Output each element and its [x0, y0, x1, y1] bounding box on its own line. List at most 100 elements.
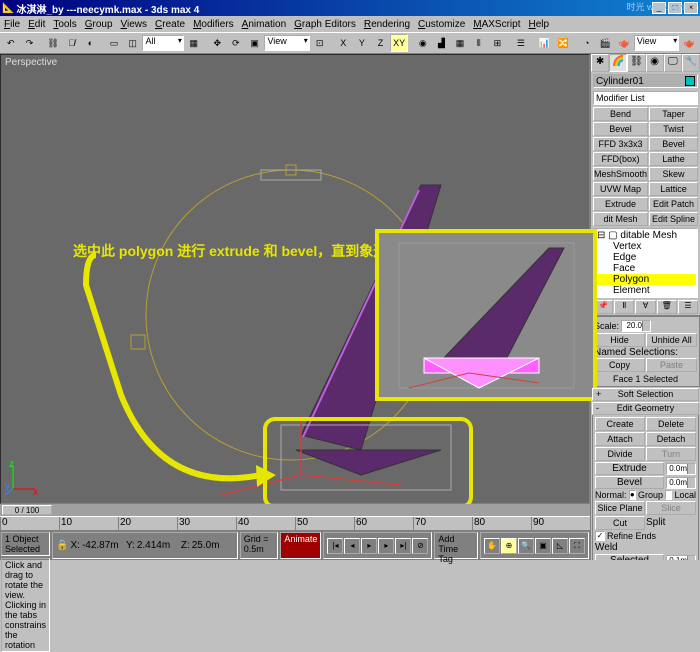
- modbtn-bevel[interactable]: Bevel: [593, 122, 648, 136]
- scale-icon[interactable]: ▣: [246, 34, 264, 52]
- zoom-icon[interactable]: 🔍: [518, 538, 534, 554]
- divide-button[interactable]: Divide: [595, 447, 645, 461]
- menu-edit[interactable]: Edit: [28, 19, 45, 30]
- timeline-ruler[interactable]: 0102030405060708090100: [0, 516, 590, 530]
- unique-icon[interactable]: ∀: [635, 300, 655, 314]
- stack-sub-vertex[interactable]: Vertex: [595, 241, 696, 252]
- menu-grapheditors[interactable]: Graph Editors: [294, 19, 356, 30]
- redo-icon[interactable]: ↷: [21, 34, 39, 52]
- goto-start-icon[interactable]: |◂: [327, 538, 343, 554]
- menu-maxscript[interactable]: MAXScript: [473, 19, 520, 30]
- object-color-swatch[interactable]: [685, 76, 695, 86]
- axis-xy-button[interactable]: XY: [390, 34, 408, 52]
- modbtn-uvwmap[interactable]: UVW Map: [593, 182, 648, 196]
- menu-tools[interactable]: Tools: [53, 19, 76, 30]
- array-icon[interactable]: ▦: [451, 34, 469, 52]
- time-slider[interactable]: 0 / 100: [2, 505, 52, 515]
- extrude-button[interactable]: Extrude: [595, 462, 664, 475]
- move-icon[interactable]: ✥: [208, 34, 226, 52]
- extrude-spinner[interactable]: 0.0m: [666, 463, 696, 475]
- stack-modifier[interactable]: ditable Mesh: [620, 230, 677, 241]
- ik-icon[interactable]: ◉: [414, 34, 432, 52]
- fov-icon[interactable]: ◺: [552, 538, 568, 554]
- schematic-icon[interactable]: 🔀: [554, 34, 572, 52]
- align-icon[interactable]: ⫴: [470, 34, 488, 52]
- modbtn-bend[interactable]: Bend: [593, 107, 648, 121]
- time-slider-bar[interactable]: 0 / 100: [0, 504, 590, 516]
- stack-sub-face[interactable]: Face: [595, 263, 696, 274]
- arc-rotate-icon[interactable]: ⊕: [501, 538, 517, 554]
- slice-button[interactable]: Slice: [646, 501, 696, 515]
- bevel-button[interactable]: Bevel: [595, 476, 664, 489]
- modifier-list-combo[interactable]: Modifier List: [593, 91, 698, 105]
- pivot-icon[interactable]: ⊡: [311, 34, 329, 52]
- modbtn-lathe[interactable]: Lathe: [649, 152, 698, 166]
- modbtn-twist[interactable]: Twist: [649, 122, 698, 136]
- select-icon[interactable]: ▭: [105, 34, 123, 52]
- next-frame-icon[interactable]: ▸: [378, 538, 394, 554]
- axis-z-button[interactable]: Z: [372, 34, 390, 52]
- hide-button[interactable]: Hide: [594, 333, 645, 347]
- create-button[interactable]: Create: [595, 417, 645, 431]
- undo-icon[interactable]: ↶: [2, 34, 20, 52]
- perspective-viewport[interactable]: Perspective: [0, 54, 590, 504]
- modbtn-taper[interactable]: Taper: [649, 107, 698, 121]
- material-icon[interactable]: ◔: [578, 34, 596, 52]
- minmax-icon[interactable]: ⛶: [569, 538, 585, 554]
- axis-y-button[interactable]: Y: [353, 34, 371, 52]
- modbtn-editspline[interactable]: Edit Spline: [649, 212, 698, 226]
- menu-help[interactable]: Help: [529, 19, 550, 30]
- attach-button[interactable]: Attach: [595, 432, 645, 446]
- modbtn-lattice[interactable]: Lattice: [649, 182, 698, 196]
- show-end-icon[interactable]: Ⅱ: [614, 300, 634, 314]
- normal-local-radio[interactable]: [665, 490, 672, 500]
- mirror-icon[interactable]: ▟: [433, 34, 451, 52]
- menu-views[interactable]: Views: [121, 19, 148, 30]
- menu-animation[interactable]: Animation: [242, 19, 286, 30]
- coord-x[interactable]: -42.87m: [82, 540, 124, 551]
- configure-icon[interactable]: ☰: [678, 300, 698, 314]
- turn-button[interactable]: Turn: [646, 447, 696, 461]
- select-name-icon[interactable]: ▦: [185, 34, 203, 52]
- stack-sub-polygon[interactable]: Polygon: [595, 274, 696, 285]
- axis-x-button[interactable]: X: [334, 34, 352, 52]
- refine-ends-check[interactable]: ✓: [595, 531, 605, 541]
- scale-spinner[interactable]: 20.0: [621, 320, 651, 332]
- lock-icon[interactable]: 🔒: [56, 540, 68, 551]
- select-region-icon[interactable]: ◫: [124, 34, 142, 52]
- cut-button[interactable]: Cut: [595, 516, 645, 530]
- delete-button[interactable]: Delete: [646, 417, 696, 431]
- soft-selection-rollout[interactable]: Soft Selection: [592, 388, 699, 401]
- menu-rendering[interactable]: Rendering: [364, 19, 410, 30]
- coord-z[interactable]: 25.0m: [192, 540, 234, 551]
- coord-y[interactable]: 2.414m: [137, 540, 179, 551]
- rotate-icon[interactable]: ⟳: [227, 34, 245, 52]
- snap-icon[interactable]: ⊞: [489, 34, 507, 52]
- modbtn-skew[interactable]: Skew: [649, 167, 698, 181]
- pan-icon[interactable]: ✋: [484, 538, 500, 554]
- menu-group[interactable]: Group: [85, 19, 113, 30]
- menu-file[interactable]: File: [4, 19, 20, 30]
- refcoord-combo[interactable]: View: [264, 35, 309, 51]
- render-type-combo[interactable]: View: [634, 35, 679, 51]
- edit-geometry-rollout[interactable]: Edit Geometry: [592, 402, 699, 415]
- modbtn-extrude[interactable]: Extrude: [593, 197, 648, 211]
- render-scene-icon[interactable]: 🎬: [597, 34, 615, 52]
- prev-frame-icon[interactable]: ◂: [344, 538, 360, 554]
- selection-filter-combo[interactable]: All: [142, 35, 183, 51]
- weld-threshold-spinner[interactable]: 0.1m: [666, 555, 696, 561]
- animate-button[interactable]: Animate: [280, 532, 321, 559]
- bind-icon[interactable]: ◐: [82, 34, 100, 52]
- tab-motion-icon[interactable]: ◉: [646, 54, 664, 72]
- quick-render-icon[interactable]: 🫖: [615, 34, 633, 52]
- modbtn-ffd3x3x3[interactable]: FFD 3x3x3: [593, 137, 648, 151]
- goto-end-icon[interactable]: ▸|: [395, 538, 411, 554]
- modbtn-bevelprofile[interactable]: Bevel Profile: [649, 137, 698, 151]
- unhide-all-button[interactable]: Unhide All: [646, 333, 697, 347]
- key-mode-icon[interactable]: ⊘: [412, 538, 428, 554]
- slice-plane-button[interactable]: Slice Plane: [595, 501, 645, 515]
- tab-utilities-icon[interactable]: 🔧: [682, 54, 700, 72]
- menu-customize[interactable]: Customize: [418, 19, 465, 30]
- remove-mod-icon[interactable]: 🗑: [657, 300, 677, 314]
- object-name-field[interactable]: Cylinder01: [593, 74, 698, 88]
